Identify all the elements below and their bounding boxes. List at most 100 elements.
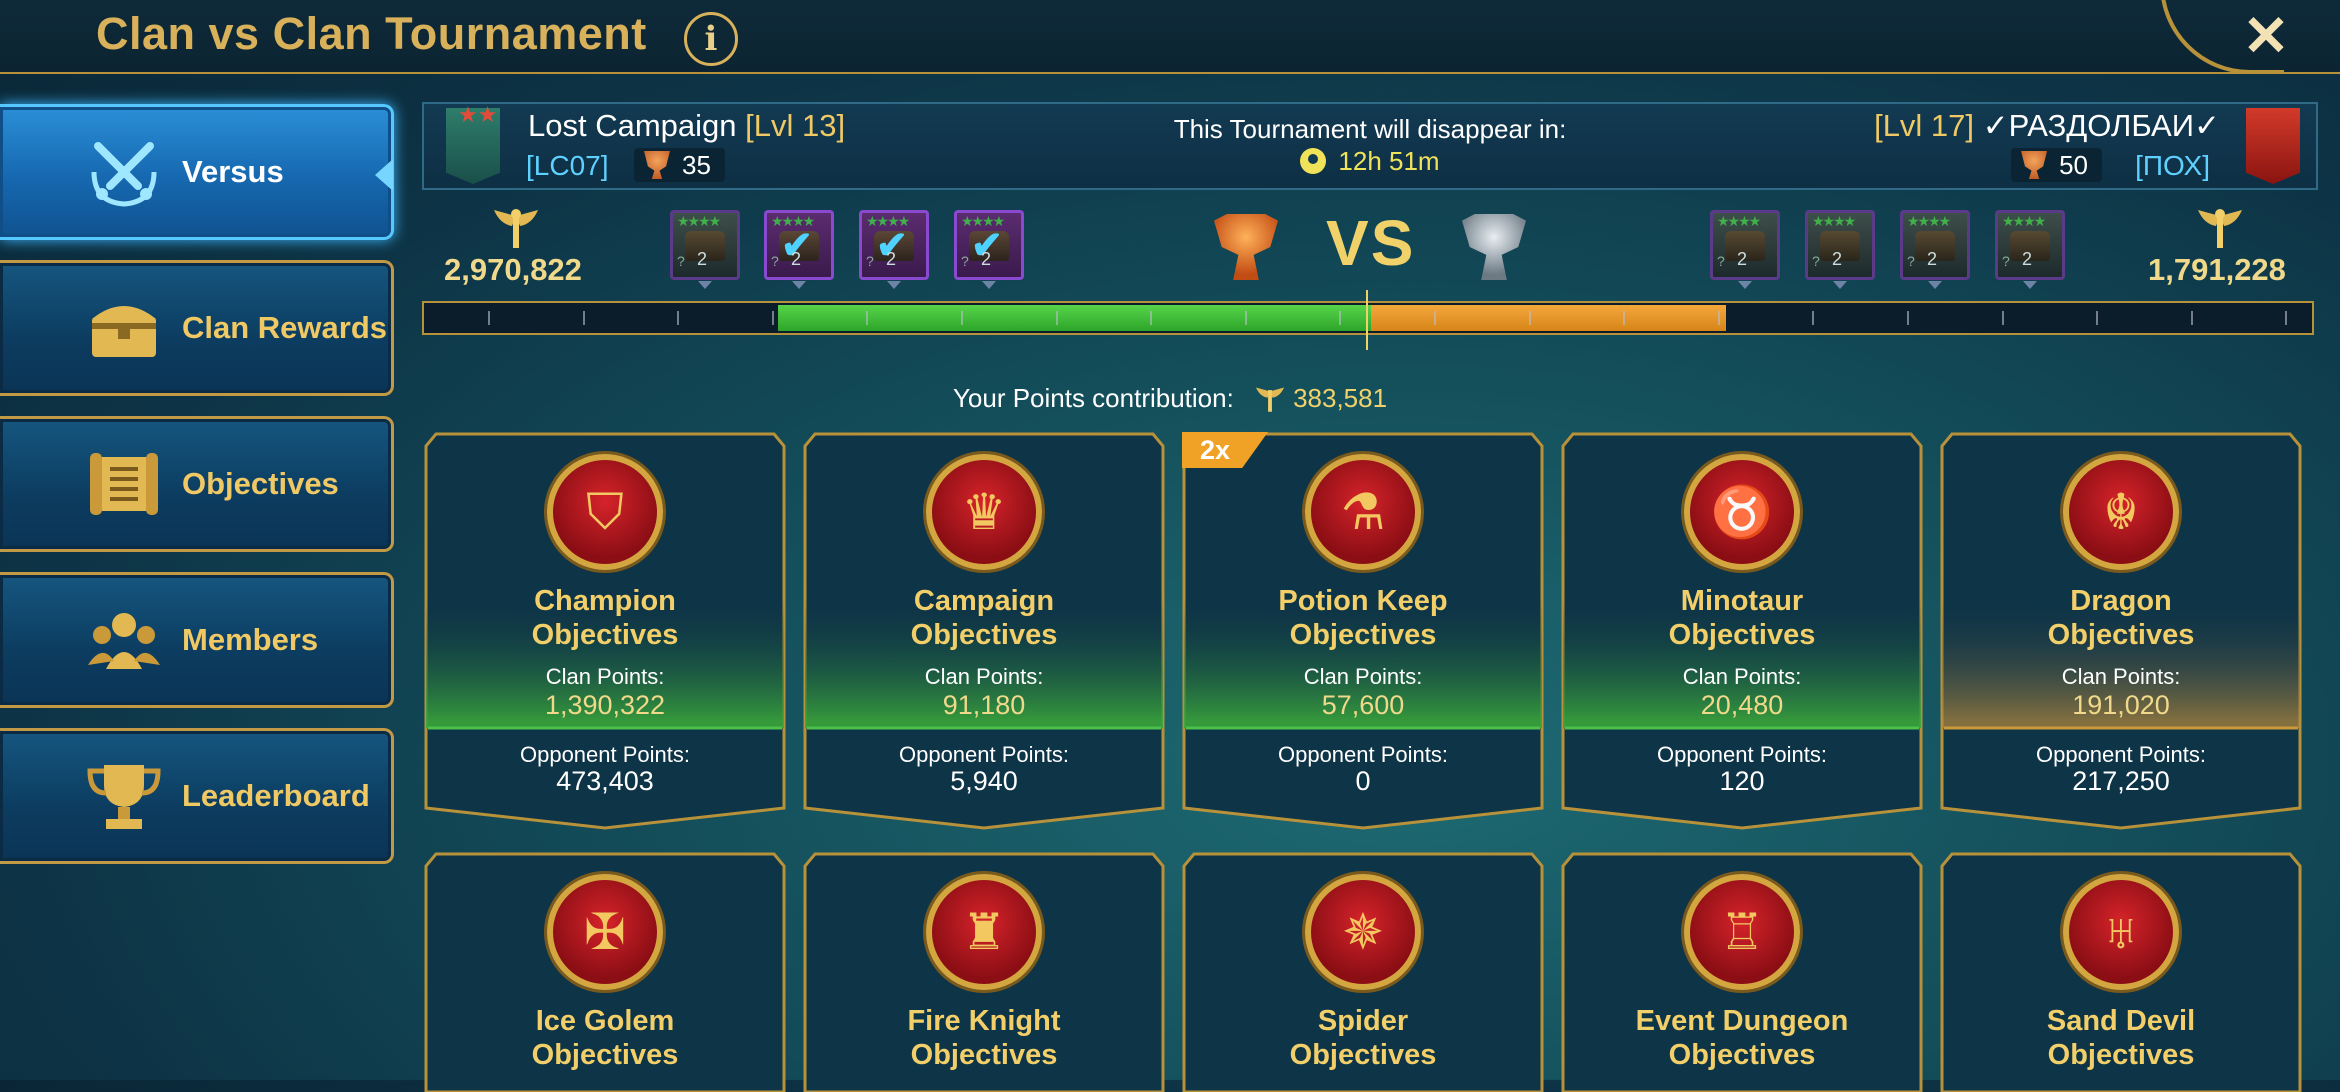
- progress-tick: [1150, 311, 1153, 325]
- clan-points-label: Clan Points:: [1682, 664, 1802, 689]
- opponent-points-value: 120: [1719, 766, 1765, 796]
- progress-tick: [1528, 311, 1531, 325]
- opponent-points-label: Opponent Points:: [1656, 742, 1827, 767]
- milestone-chest[interactable]: ★★★★ ✔ ? 2: [954, 210, 1024, 280]
- objective-card[interactable]: ⛉ Champion Objectives Clan Points: 1,390,32…: [424, 432, 786, 832]
- treasure-chest-icon: [82, 286, 166, 370]
- minotaur-icon: ♉: [1684, 454, 1800, 570]
- clan-info-band: ★★ Lost Campaign [Lvl 13] [LC07] 35 This…: [422, 102, 2318, 190]
- progress-tick: [2001, 311, 2004, 325]
- objective-title: Ice Golem Objectives: [531, 1005, 679, 1071]
- progress-tick: [1907, 311, 1909, 325]
- objective-title: Potion Keep Objectives: [1278, 585, 1448, 651]
- tournament-progress-bar: [422, 301, 2314, 335]
- progress-tick: [1623, 311, 1626, 325]
- clan-points-value: 91,180: [942, 690, 1026, 720]
- opponent-points-value: 0: [1355, 766, 1371, 796]
- clan-points-value: 1,390,322: [544, 690, 666, 720]
- tab-clan-rewards[interactable]: Clan Rewards: [0, 260, 394, 396]
- progress-tick: [677, 311, 680, 325]
- objective-card[interactable]: ⚗ Potion Keep Objectives Clan Points: 57,60…: [1182, 432, 1544, 832]
- opponent-progress-fill: [1371, 305, 1726, 331]
- clan-points-label: Clan Points:: [2061, 664, 2181, 689]
- objective-card[interactable]: ♅ Sand Devil Objectives: [1940, 852, 2302, 1092]
- objective-title: Sand Devil Objectives: [2046, 1005, 2196, 1071]
- opponent-points-label: Opponent Points:: [898, 742, 1069, 767]
- crossed-swords-icon: [82, 130, 166, 214]
- clan-points-label: Clan Points:: [1303, 664, 1423, 689]
- clan-points-label: Clan Points:: [545, 664, 665, 689]
- points-contribution: Your Points contribution: 383,581: [952, 383, 1388, 413]
- objective-card[interactable]: ✠ Ice Golem Objectives: [424, 852, 786, 1092]
- milestone-chest[interactable]: ★★★★ ✔ ? 2: [764, 210, 834, 280]
- objective-card[interactable]: ☬ Dragon Objectives Clan Points: 191,020 Opp…: [1940, 432, 2302, 832]
- milestone-chest[interactable]: ★★★★ ? 2: [1995, 210, 2065, 280]
- objective-card[interactable]: ✵ Spider Objectives: [1182, 852, 1544, 1092]
- wings-icon: [1256, 387, 1285, 412]
- objective-card[interactable]: ♖ Event Dungeon Objectives: [1561, 852, 1923, 1092]
- objective-title: Fire Knight Objectives: [907, 1005, 1061, 1071]
- progress-tick: [866, 311, 869, 325]
- tab-label: Members: [182, 622, 319, 657]
- stars-icon: ★★★★: [1812, 213, 1856, 229]
- tab-label: Versus: [182, 154, 284, 189]
- clan-points-value: 57,600: [1321, 690, 1405, 720]
- progress-tick: [1055, 311, 1058, 325]
- objective-card[interactable]: ♛ Campaign Objectives Clan Points: 91,180 Op…: [803, 432, 1165, 832]
- opponent-clan-score: 1,791,228: [2148, 252, 2286, 287]
- opponent-points-value: 217,250: [2072, 766, 2170, 796]
- page-title: Clan vs Clan Tournament: [96, 8, 647, 59]
- tab-members[interactable]: Members: [0, 572, 394, 708]
- my-clan-score: 2,970,822: [444, 252, 582, 287]
- progress-tick: [2096, 311, 2099, 325]
- opponent-clan-banner-icon: [2246, 108, 2300, 184]
- tab-label: Clan Rewards: [182, 310, 388, 345]
- my-clan-cup-icon: [1214, 214, 1278, 280]
- tab-versus[interactable]: Versus: [0, 104, 394, 240]
- opponent-points-label: Opponent Points:: [2035, 742, 2206, 767]
- tab-label: Objectives: [182, 466, 339, 501]
- milestone-chest[interactable]: ★★★★ ? 2: [1900, 210, 1970, 280]
- tab-leaderboard[interactable]: Leaderboard: [0, 728, 394, 864]
- tab-label: Leaderboard: [182, 778, 370, 813]
- progress-tick: [961, 311, 963, 325]
- clan-points-value: 191,020: [2072, 690, 2170, 720]
- trophy-icon: [82, 754, 166, 838]
- stars-icon: ★★★★: [677, 213, 721, 229]
- info-icon[interactable]: i: [684, 12, 738, 66]
- progress-tick: [1434, 311, 1436, 325]
- progress-tick: [771, 311, 774, 325]
- helmet-icon: ⛉: [547, 454, 663, 570]
- progress-tick: [2190, 311, 2193, 325]
- clock-icon: [1300, 148, 1327, 174]
- progress-tick: [2285, 311, 2288, 325]
- fire-knight-icon: ♜: [926, 874, 1042, 990]
- milestone-chest[interactable]: ★★★★ ? 2: [1710, 210, 1780, 280]
- milestone-chest[interactable]: ★★★★ ✔ ? 2: [859, 210, 929, 280]
- progress-tick: [488, 311, 490, 325]
- opponent-points-value: 5,940: [950, 766, 1018, 796]
- clan-points-label: Clan Points:: [924, 664, 1044, 689]
- title-bar: Clan vs Clan Tournament i ✕: [0, 0, 2340, 74]
- potion-icon: ⚗: [1305, 454, 1421, 570]
- progress-tick: [1339, 311, 1342, 325]
- objective-card[interactable]: ♉ Minotaur Objectives Clan Points: 20,480 Op…: [1561, 432, 1923, 832]
- progress-tick: [1717, 311, 1720, 325]
- close-icon[interactable]: ✕: [2236, 6, 2296, 66]
- clan-points-value: 20,480: [1700, 690, 1784, 720]
- stars-icon: ★★★★: [1717, 213, 1761, 229]
- opponent-cup-icon: [1462, 214, 1526, 280]
- clan-points-wings-icon: [494, 209, 538, 248]
- objective-title: Event Dungeon Objectives: [1635, 1005, 1849, 1071]
- opponent-clan-name: [Lvl 17] ✓РАЗДОЛБАИ✓: [1874, 108, 2220, 143]
- tab-objectives[interactable]: Objectives: [0, 416, 394, 552]
- milestone-chest[interactable]: ★★★★ ? 2: [1805, 210, 1875, 280]
- vs-label: VS: [1326, 207, 1416, 279]
- objective-title: Champion Objectives: [531, 585, 679, 651]
- objective-card[interactable]: ♜ Fire Knight Objectives: [803, 852, 1165, 1092]
- stars-icon: ★★★★: [1907, 213, 1951, 229]
- milestone-chest[interactable]: ★★★★ ? 2: [670, 210, 740, 280]
- progress-midline: [1366, 290, 1368, 350]
- progress-tick: [1244, 311, 1247, 325]
- objective-title: Campaign Objectives: [910, 585, 1058, 651]
